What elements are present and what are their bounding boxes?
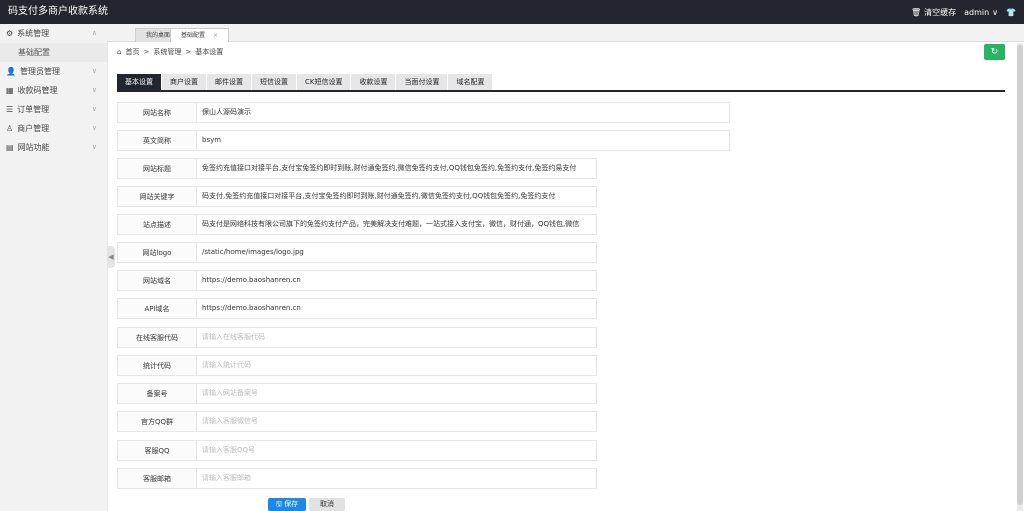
service-qq-label: 客服QQ xyxy=(117,440,197,461)
description-field[interactable]: 码支付是网络科技有限公司旗下的免签约支付产品，完美解决支付难题，一站式接入支付宝… xyxy=(197,214,597,235)
sidebar-subitem-basic-config[interactable]: 基础配置 xyxy=(0,43,107,62)
short-name-field[interactable]: bsym xyxy=(197,130,730,151)
app-title: 码支付多商户收款系统 xyxy=(8,6,108,17)
site-name-field[interactable]: 保山人源码演示 xyxy=(197,102,730,123)
user-icon: 👤 xyxy=(6,67,16,76)
breadcrumb-separator: > xyxy=(143,48,150,56)
tab-label: 基础配置 xyxy=(181,32,206,39)
service-code-label: 在线客服代码 xyxy=(117,327,197,348)
logo-field[interactable]: /static/home/images/logo.jpg xyxy=(197,242,597,263)
close-icon[interactable]: × xyxy=(213,32,218,39)
chevron-down-icon: ∨ xyxy=(992,7,999,17)
tab-f2f-settings[interactable]: 当面付设置 xyxy=(396,74,448,90)
chevron-down-icon: ∨ xyxy=(91,143,97,151)
domain-field[interactable]: https://demo.baoshanren.cn xyxy=(197,270,597,291)
sidebar-item-label: 订单管理 xyxy=(17,105,50,114)
merchant-icon: ♙ xyxy=(6,124,14,133)
sidebar-item-system[interactable]: ⚙ 系统管理 ∧ xyxy=(0,24,107,43)
breadcrumb-level2: 基本设置 xyxy=(195,48,224,56)
service-email-label: 客服邮箱 xyxy=(117,468,197,489)
site-name-label: 网站名称 xyxy=(117,102,197,123)
tab-merchant-settings[interactable]: 商户设置 xyxy=(162,74,206,90)
shirt-icon[interactable]: 👕 xyxy=(1006,8,1016,17)
tab-label: 我的桌面 xyxy=(146,32,171,39)
logo-label: 网站logo xyxy=(117,242,197,263)
sidebar-item-site[interactable]: ▤ 网站功能 ∨ xyxy=(0,138,107,157)
keywords-field[interactable]: 码支付,免签约充值接口对接平台,支付宝免签约即时到账,财付通免签约,微信免签约支… xyxy=(197,186,597,207)
top-bar: 码支付多商户收款系统 🗑 清空缓存 admin ∨ 👕 xyxy=(0,0,1024,24)
chevron-left-icon: ◀ xyxy=(108,253,114,261)
api-domain-label: API域名 xyxy=(117,298,197,319)
stats-code-field[interactable]: 请输入统计代码 xyxy=(197,355,597,376)
tab-payment-settings[interactable]: 收款设置 xyxy=(351,74,396,90)
sidebar-item-label: 商户管理 xyxy=(17,124,50,133)
gear-icon: ⚙ xyxy=(6,29,14,38)
tab-mail-settings[interactable]: 邮件设置 xyxy=(207,74,251,90)
qq-group-field[interactable]: 请输入客服微信号 xyxy=(197,411,597,432)
domain-label: 网站域名 xyxy=(117,270,197,291)
sidebar-item-label: 收款码管理 xyxy=(17,86,58,95)
site-icon: ▤ xyxy=(6,143,14,152)
chevron-up-icon: ∧ xyxy=(91,29,97,37)
refresh-button[interactable]: ↻ xyxy=(984,44,1005,60)
list-icon: ☰ xyxy=(6,105,14,114)
chevron-down-icon: ∨ xyxy=(91,67,97,75)
api-domain-field[interactable]: https://demo.baoshanren.cn xyxy=(197,298,597,319)
service-email-field[interactable]: 请输入客服邮箱 xyxy=(197,468,597,489)
tab-domain-settings[interactable]: 域名配置 xyxy=(448,74,493,90)
service-code-field[interactable]: 请输入在线客服代码 xyxy=(197,327,597,348)
save-label: 保存 xyxy=(284,500,299,508)
sidebar-item-orders[interactable]: ☰ 订单管理 ∨ xyxy=(0,100,107,119)
qq-group-label: 官方QQ群 xyxy=(117,411,197,432)
cancel-button[interactable]: 取消 xyxy=(309,498,345,511)
breadcrumb-level1[interactable]: 系统管理 xyxy=(153,45,181,59)
short-name-label: 英文简称 xyxy=(117,130,197,151)
home-icon: ⌂ xyxy=(117,48,122,56)
breadcrumb-home[interactable]: 首页 xyxy=(125,45,139,59)
save-icon: 🖫 xyxy=(275,500,282,508)
icp-field[interactable]: 请输入网站备案号 xyxy=(197,383,597,404)
sidebar: ⚙ 系统管理 ∧ 基础配置 👤 管理员管理 ∨ ▦ 收款码管理 ∨ ☰ 订单管理… xyxy=(0,24,108,511)
sidebar-item-qrcodes[interactable]: ▦ 收款码管理 ∨ xyxy=(0,81,107,100)
top-bar-actions: 🗑 清空缓存 admin ∨ 👕 xyxy=(911,0,1016,24)
user-menu[interactable]: admin ∨ xyxy=(964,8,998,17)
scrollbar-thumb[interactable] xyxy=(1017,45,1023,505)
sidebar-collapse-handle[interactable]: ◀ xyxy=(107,246,115,268)
sidebar-item-label: 管理员管理 xyxy=(19,67,60,76)
settings-tabs: 基本设置 商户设置 邮件设置 短信设置 CK短信设置 收款设置 当面付设置 域名… xyxy=(117,74,1005,92)
stats-code-label: 统计代码 xyxy=(117,355,197,376)
tab-ck-sms-settings[interactable]: CK短信设置 xyxy=(297,74,351,90)
tab-basic-config[interactable]: 基础配置 × xyxy=(170,28,230,42)
scrollbar[interactable] xyxy=(1017,43,1023,511)
tab-sms-settings[interactable]: 短信设置 xyxy=(252,74,296,90)
page-tabs: 我的桌面 基础配置 × xyxy=(107,24,1024,42)
breadcrumb-separator: > xyxy=(185,48,192,56)
clear-cache-label: 清空缓存 xyxy=(924,7,957,17)
sidebar-item-label: 网站功能 xyxy=(17,143,50,152)
icp-label: 备案号 xyxy=(117,383,197,404)
refresh-icon: ↻ xyxy=(990,47,999,57)
site-title-field[interactable]: 免签约充值接口对接平台,支付宝免签约即时到账,财付通免签约,微信免签约支付,QQ… xyxy=(197,158,597,179)
sidebar-item-admins[interactable]: 👤 管理员管理 ∨ xyxy=(0,62,107,81)
description-label: 站点描述 xyxy=(117,214,197,235)
breadcrumb: ⌂ 首页 > 系统管理 > 基本设置 xyxy=(117,45,223,59)
qrcode-icon: ▦ xyxy=(6,86,14,95)
clear-cache-button[interactable]: 🗑 清空缓存 xyxy=(911,7,956,18)
chevron-down-icon: ∨ xyxy=(91,105,97,113)
chevron-down-icon: ∨ xyxy=(91,86,97,94)
service-qq-field[interactable]: 请输入客服QQ号 xyxy=(197,440,597,461)
site-title-label: 网站标题 xyxy=(117,158,197,179)
keywords-label: 网站关键字 xyxy=(117,186,197,207)
sidebar-item-merchants[interactable]: ♙ 商户管理 ∨ xyxy=(0,119,107,138)
save-button[interactable]: 🖫 保存 xyxy=(268,498,306,511)
chevron-down-icon: ∨ xyxy=(91,124,97,132)
tab-basic-settings[interactable]: 基本设置 xyxy=(117,74,161,90)
trash-icon: 🗑 xyxy=(910,7,922,17)
sidebar-item-label: 系统管理 xyxy=(17,29,50,38)
user-name: admin xyxy=(964,7,990,17)
